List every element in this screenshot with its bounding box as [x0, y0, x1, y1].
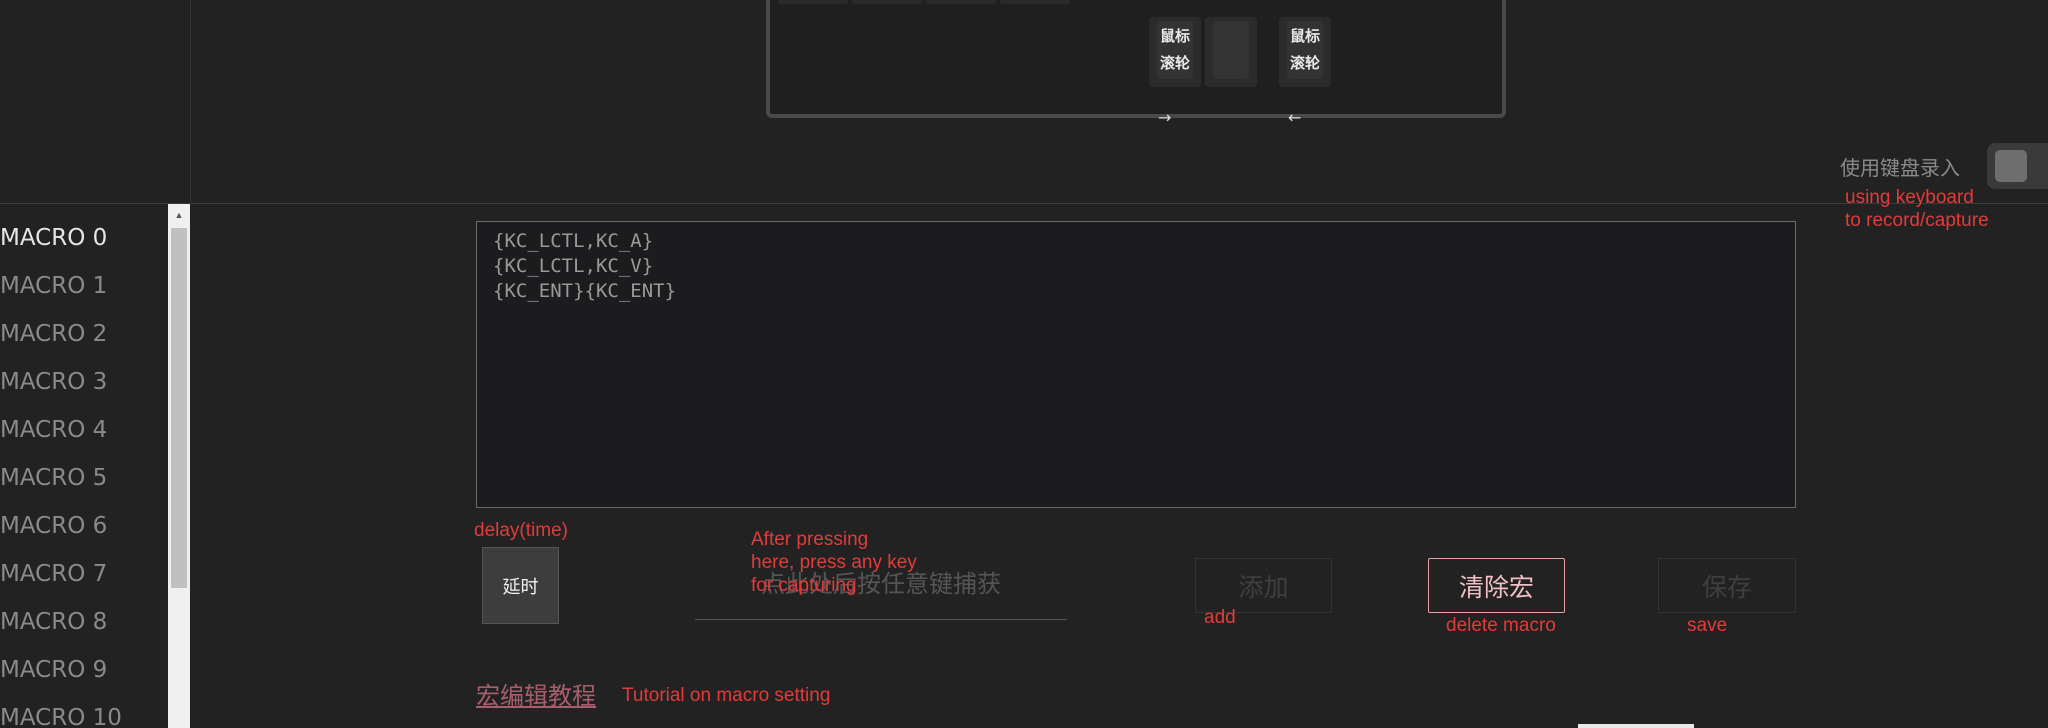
annotation-tutorial: Tutorial on macro setting [622, 685, 831, 706]
keyboard-key[interactable] [926, 0, 996, 4]
keyboard-preview: 鼠标 滚轮 鼠标 滚轮 [766, 0, 1506, 118]
keyboard-key[interactable] [778, 0, 848, 4]
mouse-wheel-right-key[interactable]: 鼠标 滚轮 [1279, 17, 1331, 87]
annotation-delete: delete macro [1446, 615, 1556, 636]
macro-list-item[interactable]: MACRO 2 [0, 316, 107, 352]
annotation-add: add [1204, 607, 1236, 628]
annotation-line: to record/capture [1845, 210, 1989, 231]
annotation-line: After pressing [751, 529, 869, 550]
macro-list-item[interactable]: MACRO 7 [0, 556, 107, 592]
blank-key[interactable] [1205, 17, 1257, 87]
macro-list-item[interactable]: MACRO 5 [0, 460, 107, 496]
keyboard-key[interactable] [1000, 0, 1070, 4]
clear-macro-button[interactable]: 清除宏 [1428, 558, 1565, 613]
keyboard-record-toggle[interactable] [1987, 143, 2048, 189]
annotation-line: using keyboard [1845, 187, 1974, 208]
key-label: 鼠标 [1289, 27, 1320, 45]
annotation-capture: After pressing here, press any key for c… [751, 528, 917, 597]
key-label: 滚轮 [1159, 54, 1190, 72]
arrow-left-icon: ← [1288, 108, 1302, 127]
macro-code-line: {KC_LCTL,KC_A} [493, 230, 654, 252]
annotation-delay: delay(time) [474, 520, 568, 541]
macro-editor-screen: 鼠标 滚轮 鼠标 滚轮 → ← 使用键盘录入 MACRO 0 MACRO 1 M… [0, 0, 2048, 728]
macro-list-item[interactable]: MACRO 4 [0, 412, 107, 448]
delay-button[interactable]: 延时 [482, 547, 559, 624]
key-label: 滚轮 [1289, 54, 1320, 72]
macro-code-line: {KC_ENT}{KC_ENT} [493, 280, 677, 302]
key-face: 鼠标 滚轮 [1157, 21, 1193, 79]
macro-code-line: {KC_LCTL,KC_V} [493, 255, 654, 277]
scrollbar-thumb[interactable] [171, 228, 187, 588]
annotation-record: using keyboard to record/capture [1845, 186, 1989, 232]
horizontal-divider [0, 203, 2048, 204]
macro-list-item[interactable]: MACRO 8 [0, 604, 107, 640]
bottom-edge-element [1578, 724, 1694, 728]
annotation-save: save [1687, 615, 1728, 636]
macro-list-item[interactable]: MACRO 6 [0, 508, 107, 544]
macro-list-item[interactable]: MACRO 10 [0, 700, 122, 728]
toggle-knob [1995, 150, 2027, 182]
annotation-line: for capturing [751, 575, 857, 596]
key-face [1213, 21, 1249, 79]
scroll-up-icon[interactable]: ▲ [168, 204, 190, 226]
add-button[interactable]: 添加 [1195, 558, 1332, 613]
macro-list-item[interactable]: MACRO 0 [0, 220, 107, 256]
macro-list-item[interactable]: MACRO 9 [0, 652, 107, 688]
keyboard-key[interactable] [852, 0, 922, 4]
key-label: 鼠标 [1159, 27, 1190, 45]
key-face: 鼠标 滚轮 [1287, 21, 1323, 79]
keyboard-record-label: 使用键盘录入 [1840, 156, 1960, 180]
macro-list-item[interactable]: MACRO 1 [0, 268, 107, 304]
macro-tutorial-link[interactable]: 宏编辑教程 [476, 676, 596, 711]
macro-list-scrollbar[interactable]: ▲ [168, 204, 190, 728]
macro-editor-textarea[interactable]: {KC_LCTL,KC_A} {KC_LCTL,KC_V} {KC_ENT}{K… [476, 221, 1796, 508]
save-button[interactable]: 保存 [1658, 558, 1796, 613]
mouse-wheel-left-key[interactable]: 鼠标 滚轮 [1149, 17, 1201, 87]
arrow-right-icon: → [1158, 108, 1172, 127]
sidebar-header-area [0, 0, 190, 203]
vertical-divider [190, 0, 191, 203]
macro-list: MACRO 0 MACRO 1 MACRO 2 MACRO 3 MACRO 4 … [0, 204, 168, 728]
macro-list-item[interactable]: MACRO 3 [0, 364, 107, 400]
annotation-line: here, press any key [751, 552, 917, 573]
